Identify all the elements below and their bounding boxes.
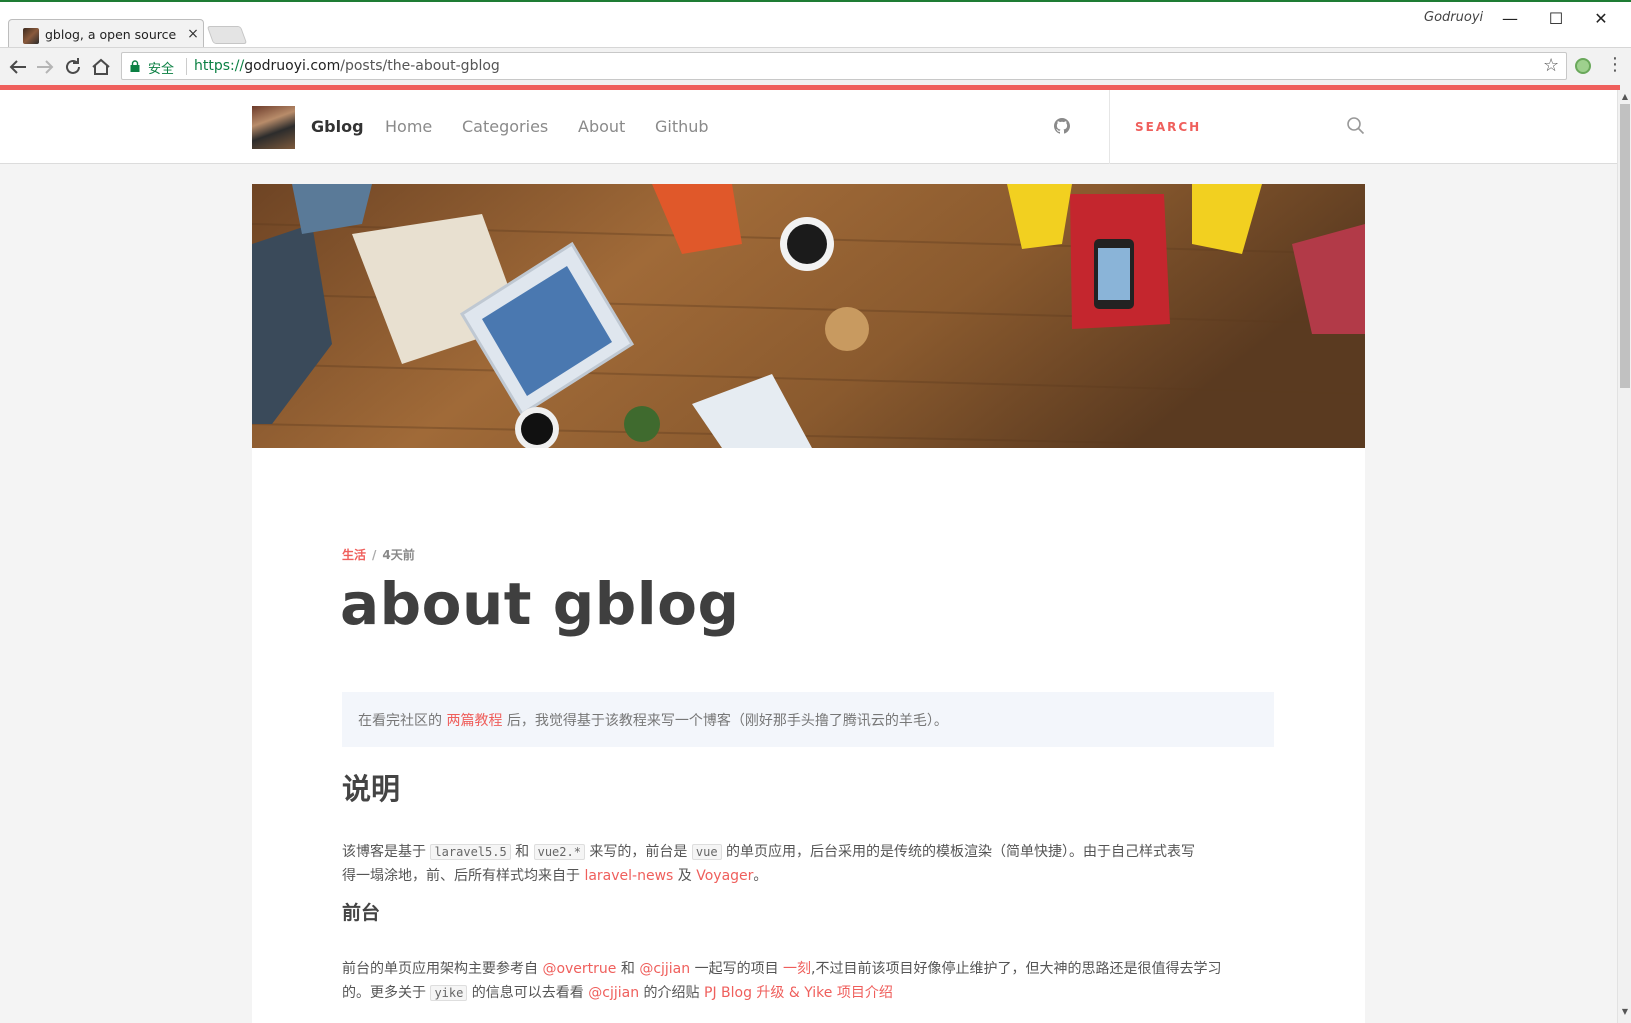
site-header: Gblog Home Categories About Github SEARC… — [0, 90, 1617, 164]
browser-menu-icon[interactable]: ⋮ — [1606, 54, 1624, 75]
article-card: 生活 / 4天前 about gblog 在看完社区的 两篇教程 后，我觉得基于该教… — [252, 448, 1365, 1023]
p2-text-2: 和 — [616, 961, 640, 977]
frontend-paragraph: 前台的单页应用架构主要参考自 @overtrue 和 @cjjian 一起写的项… — [342, 957, 1277, 1005]
nav-home[interactable]: Home — [385, 117, 432, 136]
voyager-link[interactable]: Voyager — [696, 868, 753, 884]
browser-toolbar: 安全 https://godruoyi.com/posts/the-about-… — [0, 47, 1631, 85]
section-heading: 说明 — [342, 772, 401, 806]
p1-text-3: 来写的，前台是 — [584, 844, 692, 860]
post-time: 4天前 — [382, 548, 415, 562]
nav-categories[interactable]: Categories — [462, 117, 548, 136]
p1-text-4: 的单页应用，后台采用的是传统的模板渲染（简单快捷）。由于自己样式表写 — [721, 844, 1196, 860]
back-arrow-icon[interactable] — [6, 55, 30, 79]
github-icon[interactable] — [1054, 118, 1070, 134]
address-separator — [186, 58, 187, 75]
reload-icon[interactable] — [61, 55, 85, 79]
url-text[interactable]: https://godruoyi.com/posts/the-about-gbl… — [194, 58, 500, 74]
overtrue-link[interactable]: @overtrue — [542, 961, 616, 977]
p2-text-1: 前台的单页应用架构主要参考自 — [342, 961, 543, 977]
hero-image — [252, 184, 1365, 448]
maximize-button[interactable]: ☐ — [1533, 6, 1579, 32]
brand-link[interactable]: Gblog — [311, 117, 364, 136]
tutorial-link[interactable]: 两篇教程 — [446, 713, 502, 729]
post-category-link[interactable]: 生活 — [342, 548, 366, 562]
forward-arrow-icon[interactable] — [33, 55, 57, 79]
code-vue: vue — [691, 844, 722, 860]
address-bar[interactable]: 安全 https://godruoyi.com/posts/the-about-… — [121, 52, 1567, 80]
scroll-thumb[interactable] — [1620, 104, 1630, 388]
nav-about[interactable]: About — [578, 117, 625, 136]
p1-text-1: 该博客是基于 — [342, 844, 431, 860]
code-vue2: vue2.* — [533, 844, 585, 860]
site-favicon-icon — [23, 28, 39, 44]
post-title: about gblog — [340, 570, 740, 638]
profile-name[interactable]: Godruoyi — [1424, 10, 1483, 28]
bookmark-star-icon[interactable]: ☆ — [1543, 55, 1559, 76]
p2-text-5: 的。更多关于 — [342, 985, 431, 1001]
laravel-news-link[interactable]: laravel-news — [584, 868, 673, 884]
code-laravel: laravel5.5 — [430, 844, 511, 860]
notice-text-after: 后，我觉得基于该教程来写一个博客（刚好那手头撸了腾讯云的羊毛）。 — [502, 713, 948, 729]
browser-tab[interactable]: gblog, a open source b × — [8, 19, 204, 49]
tab-close-icon[interactable]: × — [186, 26, 200, 42]
hero-teamwork-illustration — [252, 184, 1365, 448]
scroll-up-icon[interactable]: ▲ — [1620, 92, 1630, 102]
search-icon[interactable] — [1346, 116, 1366, 136]
tab-bar: gblog, a open source b × Godruoyi — ☐ ✕ — [0, 2, 1631, 49]
post-meta: 生活 / 4天前 — [342, 546, 415, 563]
new-tab-button[interactable] — [206, 26, 248, 44]
p2-text-6: 的信息可以去看看 — [467, 985, 589, 1001]
search-input[interactable]: SEARCH — [1135, 120, 1201, 134]
minimize-button[interactable]: — — [1487, 6, 1533, 32]
p1-text-6: 及 — [673, 868, 697, 884]
notice-text: 在看完社区的 两篇教程 后，我觉得基于该教程来写一个博客（刚好那手头撸了腾讯云的… — [358, 710, 948, 730]
p2-text-7: 的介绍贴 — [639, 985, 704, 1001]
url-host: godruoyi.com — [244, 58, 341, 74]
code-yike: yike — [430, 985, 468, 1001]
tab-title: gblog, a open source b — [45, 27, 177, 42]
secure-label: 安全 — [148, 62, 175, 77]
page-scrollbar[interactable]: ▲ ▼ — [1617, 90, 1631, 1023]
site-logo[interactable] — [252, 106, 295, 149]
subsection-heading: 前台 — [342, 902, 381, 924]
scroll-down-icon[interactable]: ▼ — [1620, 1007, 1630, 1017]
p1-text-7: 。 — [753, 868, 768, 884]
meta-separator: / — [372, 548, 377, 562]
nav-github[interactable]: Github — [655, 117, 709, 136]
browser-chrome: gblog, a open source b × Godruoyi — ☐ ✕ … — [0, 0, 1631, 90]
pj-blog-link[interactable]: PJ Blog 升级 & Yike 项目介绍 — [704, 985, 893, 1001]
close-window-button[interactable]: ✕ — [1578, 6, 1624, 32]
cjjian-link[interactable]: @cjjian — [639, 961, 690, 977]
p1-text-2: 和 — [510, 844, 534, 860]
extension-icon[interactable] — [1575, 58, 1591, 74]
yike-project-link[interactable]: 一刻 — [783, 961, 811, 977]
url-path: /posts/the-about-gblog — [340, 58, 500, 74]
notice-box: 在看完社区的 两篇教程 后，我觉得基于该教程来写一个博客（刚好那手头撸了腾讯云的… — [342, 692, 1274, 747]
p1-text-5: 得一塌涂地，前、后所有样式均来自于 — [342, 868, 585, 884]
lock-icon — [130, 60, 140, 72]
cjjian-link-2[interactable]: @cjjian — [588, 985, 639, 1001]
p2-text-3: 一起写的项目 — [690, 961, 784, 977]
url-scheme: https:// — [194, 58, 245, 74]
p2-text-4: ,不过目前该项目好像停止维护了，但大神的思路还是很值得去学习 — [811, 961, 1222, 977]
notice-text-before: 在看完社区的 — [358, 713, 447, 729]
header-divider — [1109, 90, 1110, 164]
home-icon[interactable] — [89, 55, 113, 79]
intro-paragraph: 该博客是基于 laravel5.5 和 vue2.* 来写的，前台是 vue 的… — [342, 840, 1277, 888]
